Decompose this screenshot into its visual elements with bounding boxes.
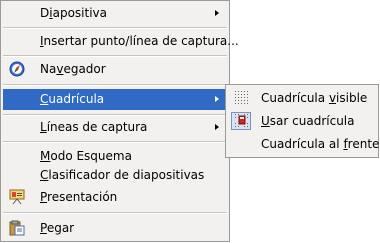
submenu-arrow-icon xyxy=(215,10,219,16)
separator xyxy=(3,114,227,116)
paste-icon xyxy=(9,220,25,236)
menu-item-modo-esquema[interactable]: Modo Esquema xyxy=(3,146,227,167)
grid-submenu: Cuadrícula visible Usar cuadrícula Cuadr… xyxy=(225,84,379,158)
submenu-item-cuadricula-al-frente[interactable]: Cuadrícula al frente xyxy=(228,134,380,155)
submenu-item-usar-cuadricula[interactable]: Usar cuadrícula xyxy=(228,111,376,132)
separator xyxy=(3,212,227,214)
menu-item-label: Cuadrícula xyxy=(40,92,105,106)
context-menu: Diapositiva Insertar punto/línea de capt… xyxy=(0,0,239,242)
submenu-item-label: Cuadrícula al frente xyxy=(261,137,380,151)
menu-item-clasificador[interactable]: Clasificador de diapositivas xyxy=(3,165,227,186)
menu-item-pegar[interactable]: Pegar xyxy=(3,218,227,239)
grid-dots-icon xyxy=(234,90,250,106)
separator xyxy=(3,55,227,57)
menu-item-label: Pegar xyxy=(40,221,75,235)
menu-item-label: Clasificador de diapositivas xyxy=(40,168,205,182)
menu-item-lineas-de-captura[interactable]: Líneas de captura xyxy=(3,117,227,138)
menu-item-label: Diapositiva xyxy=(40,6,107,20)
menu-item-label: Presentación xyxy=(40,190,118,204)
submenu-item-cuadricula-visible[interactable]: Cuadrícula visible xyxy=(228,88,376,109)
menu-item-insertar-punto[interactable]: Insertar punto/línea de captura... xyxy=(3,31,239,52)
menu-item-diapositiva[interactable]: Diapositiva xyxy=(3,3,227,24)
menu-item-navegador[interactable]: Navegador xyxy=(3,59,227,80)
separator xyxy=(3,27,227,29)
navigator-icon xyxy=(9,61,25,77)
submenu-item-label: Usar cuadrícula xyxy=(261,114,355,128)
separator xyxy=(3,141,227,143)
snap-grid-icon xyxy=(234,113,250,129)
submenu-arrow-icon xyxy=(215,124,219,130)
presentation-icon xyxy=(9,189,25,205)
menu-item-label: Líneas de captura xyxy=(40,120,148,134)
menu-item-label: Navegador xyxy=(40,62,106,76)
menu-item-label: Insertar punto/línea de captura... xyxy=(40,34,239,48)
menu-item-presentacion[interactable]: Presentación xyxy=(3,187,227,208)
menu-item-cuadricula[interactable]: Cuadrícula xyxy=(3,89,227,110)
separator xyxy=(3,84,227,86)
submenu-arrow-icon xyxy=(215,96,219,102)
menu-item-label: Modo Esquema xyxy=(40,149,132,163)
submenu-item-label: Cuadrícula visible xyxy=(261,91,368,105)
